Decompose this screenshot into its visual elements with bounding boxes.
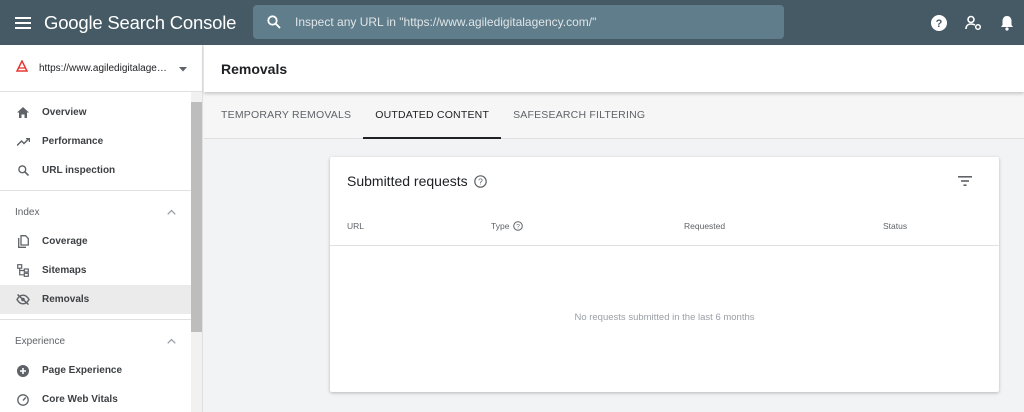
menu-icon[interactable] [0,0,45,45]
visibility-off-icon [16,293,30,307]
column-label: Status [883,221,908,231]
sidebar-item-label: Overview [42,107,87,118]
svg-text:?: ? [478,176,483,186]
column-header-type[interactable]: Type ? [491,221,524,231]
tab-bar: TEMPORARY REMOVALS OUTDATED CONTENT SAFE… [204,92,1024,139]
card-title-text: Submitted requests [347,173,468,189]
property-selector[interactable]: https://www.agiledigitalagen... [0,45,202,92]
svg-text:?: ? [936,18,943,30]
tab-outdated-content[interactable]: OUTDATED CONTENT [363,91,501,139]
file-copy-icon [16,235,30,249]
table-header-row: URL Type ? Requested Status [330,209,999,246]
chevron-up-icon[interactable] [167,207,176,218]
help-outline-icon[interactable]: ? [473,174,487,188]
page-title: Removals [221,60,288,77]
sidebar-item-label: Sitemaps [42,265,87,276]
sidebar-item-page-experience[interactable]: Page Experience [0,356,202,385]
chevron-up-icon[interactable] [167,336,176,347]
filter-icon[interactable] [955,171,975,191]
sitemap-icon [16,264,30,278]
url-inspect-search[interactable]: Inspect any URL in "https://www.agiledig… [253,5,784,39]
search-icon [16,164,30,178]
speedometer-icon [16,393,30,407]
dropdown-arrow-icon [179,59,187,77]
sidebar-item-label: Coverage [42,236,88,247]
help-icon[interactable]: ? [922,0,956,45]
property-url: https://www.agiledigitalagen... [39,62,167,74]
column-label: Requested [684,221,726,231]
home-icon [16,106,30,120]
search-icon [253,15,295,29]
top-app-bar: Google Search Console Inspect any URL in… [0,0,1024,45]
column-label: URL [347,221,365,231]
sidebar: https://www.agiledigitalagen... Overview… [0,45,203,412]
tab-temporary-removals[interactable]: TEMPORARY REMOVALS [209,91,363,138]
sidebar-item-sitemaps[interactable]: Sitemaps [0,256,202,285]
section-title: Experience [15,335,66,347]
notifications-icon[interactable] [990,0,1024,45]
column-header-requested[interactable]: Requested [684,221,725,231]
sidebar-item-label: Core Web Vitals [42,394,118,405]
scrollbar-thumb[interactable] [191,102,202,332]
sidebar-item-label: Page Experience [42,365,123,376]
sidebar-item-overview[interactable]: Overview [0,98,202,127]
submitted-requests-card: Submitted requests ? URL Type ? Requeste… [330,157,999,392]
sidebar-item-removals[interactable]: Removals [0,285,202,314]
page-header: Removals [204,45,1024,92]
search-input[interactable]: Inspect any URL in "https://www.agiledig… [295,15,596,29]
sidebar-item-url-inspection[interactable]: URL inspection [0,156,202,185]
sidebar-item-label: URL inspection [42,165,116,176]
sidebar-item-coverage[interactable]: Coverage [0,227,202,256]
column-header-status[interactable]: Status [883,221,907,231]
tab-safesearch-filtering[interactable]: SAFESEARCH FILTERING [501,91,657,138]
help-outline-icon[interactable]: ? [513,221,524,231]
empty-state-message: No requests submitted in the last 6 mont… [574,312,755,323]
column-header-url[interactable]: URL [347,221,364,231]
product-logo[interactable]: Google Search Console [44,12,236,34]
trending-up-icon [16,135,30,149]
svg-text:?: ? [517,223,521,230]
sidebar-item-label: Removals [42,294,90,305]
manage-users-icon[interactable] [956,0,990,45]
sidebar-item-core-web-vitals[interactable]: Core Web Vitals [0,385,202,412]
property-favicon-icon [15,59,29,77]
sidebar-item-performance[interactable]: Performance [0,127,202,156]
sidebar-item-label: Performance [42,136,104,147]
section-title: Index [15,206,40,218]
column-label: Type [491,221,510,231]
card-title: Submitted requests ? [347,173,487,189]
add-circle-icon [16,364,30,378]
